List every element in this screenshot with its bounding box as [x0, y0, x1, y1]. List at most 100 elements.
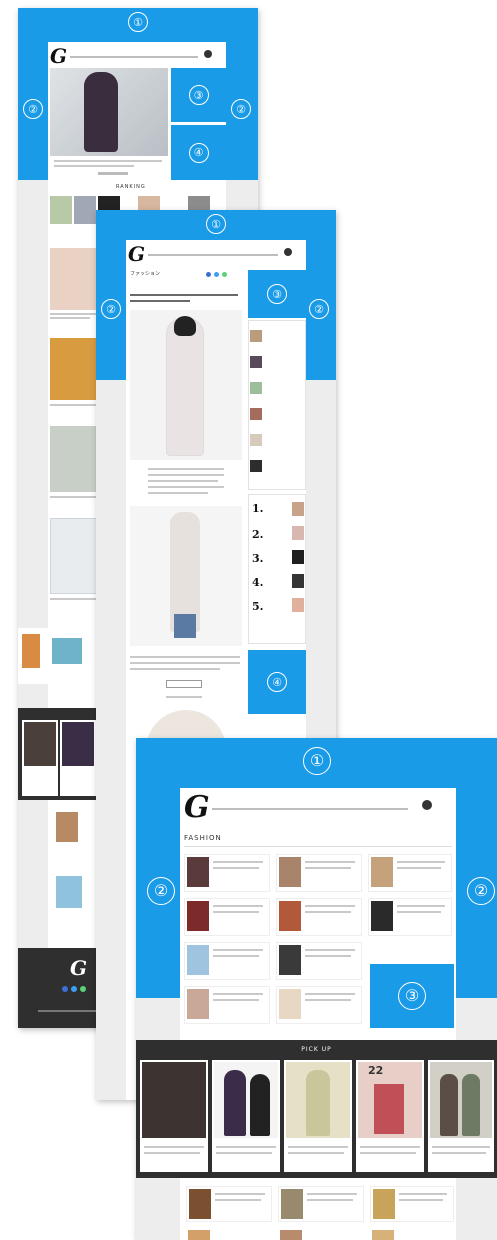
article-second-jeans: [174, 614, 196, 638]
article-card-photo: [187, 945, 209, 975]
pickup-card[interactable]: [212, 1060, 280, 1172]
article-card-text: [213, 955, 259, 957]
article-body-7: [130, 662, 240, 664]
rank-3: 3.: [252, 552, 264, 565]
article-main-hair: [174, 316, 196, 336]
article-card[interactable]: [184, 942, 270, 980]
article-card[interactable]: [184, 898, 270, 936]
article-card-photo: [280, 1230, 302, 1240]
magazine-number: 22: [368, 1064, 384, 1077]
article-card-text: [399, 1199, 443, 1201]
social-icon[interactable]: [62, 986, 68, 992]
social-icon[interactable]: [80, 986, 86, 992]
pickup-card[interactable]: [284, 1060, 352, 1172]
ad-slot-3: ③: [370, 964, 454, 1028]
article-card[interactable]: [276, 898, 362, 936]
article-card-photo: [188, 1230, 210, 1240]
bottom-card-1-photo: [56, 812, 78, 842]
pickup-card-figure: [250, 1074, 270, 1136]
label-header: ①: [206, 214, 226, 234]
thumb-2: [74, 196, 96, 224]
article-face: [50, 248, 100, 310]
article-card-text: [305, 861, 355, 863]
article-card-text: [305, 999, 351, 1001]
article-card[interactable]: [186, 1186, 272, 1222]
article-card-text: [397, 867, 441, 869]
social-icon[interactable]: [71, 986, 77, 992]
article-card-text: [213, 867, 259, 869]
pickup-card-text: [216, 1146, 276, 1148]
article-card-text: [213, 905, 263, 907]
article-card[interactable]: [370, 1186, 454, 1222]
article-illustration-caption: [50, 598, 98, 600]
rank-thumb-3: [292, 550, 304, 564]
article-illustration: [50, 518, 100, 594]
hero-figure: [84, 72, 118, 152]
share-icon[interactable]: [222, 272, 227, 277]
pickup-card-2-photo: [62, 722, 94, 766]
article-card-photo: [371, 901, 393, 931]
article-figurines: [50, 426, 100, 492]
footer-social-icons: [62, 986, 98, 992]
global-nav: [212, 808, 408, 810]
rank-thumb-1: [292, 502, 304, 516]
pickup-card-text: [432, 1146, 490, 1148]
product-socks: [52, 638, 82, 664]
sidebar-thumb-4: [250, 408, 262, 420]
pickup-card[interactable]: 22: [356, 1060, 424, 1172]
article-card-photo: [187, 989, 209, 1019]
share-icon[interactable]: [206, 272, 211, 277]
read-more-button[interactable]: [166, 680, 202, 688]
article-card-photo: [279, 989, 301, 1019]
bottom-card-2-photo: [56, 876, 82, 908]
pickup-card[interactable]: [428, 1060, 494, 1172]
rank-thumb-5: [292, 598, 304, 612]
user-menu-icon: [284, 248, 292, 256]
article-figurines-caption: [50, 496, 98, 498]
article-card[interactable]: [368, 898, 452, 936]
article-card[interactable]: [276, 854, 362, 892]
article-body-2: [148, 474, 224, 476]
article-card-text: [305, 867, 351, 869]
rank-thumb-2: [292, 526, 304, 540]
pickup-card-1-photo: [24, 722, 56, 766]
article-card-text: [213, 993, 263, 995]
pickup-card-figure: [224, 1070, 246, 1136]
article-card-photo: [279, 857, 301, 887]
article-card[interactable]: [278, 1186, 364, 1222]
article-card-text: [305, 993, 355, 995]
thumb-1: [50, 196, 72, 224]
article-card-photo: [372, 1230, 394, 1240]
share-icon[interactable]: [214, 272, 219, 277]
article-card-photo: [187, 901, 209, 931]
pickup-card-figure: [462, 1074, 480, 1136]
article-card-text: [213, 999, 259, 1001]
article-card-text: [305, 955, 351, 957]
rank-4: 4.: [252, 576, 264, 589]
ad-slot-3: ③: [170, 68, 226, 122]
global-nav: [70, 56, 198, 58]
user-menu-icon: [422, 800, 432, 810]
article-card[interactable]: [184, 986, 270, 1024]
category-heading-rule: [184, 846, 452, 847]
article-food-caption: [50, 404, 98, 406]
sidebar-thumb-6: [250, 460, 262, 472]
article-card-text: [397, 911, 441, 913]
article-card-text: [305, 911, 351, 913]
article-card[interactable]: [276, 942, 362, 980]
user-menu-icon: [204, 50, 212, 58]
footer-copyright: [38, 1010, 98, 1012]
article-card-text: [305, 905, 355, 907]
article-card[interactable]: [184, 854, 270, 892]
pickup-card-figure: [374, 1084, 404, 1134]
article-card[interactable]: [368, 854, 452, 892]
article-card-text: [213, 949, 263, 951]
sidebar-thumb-1: [250, 330, 262, 342]
sidebar-thumb-2: [250, 356, 262, 368]
label-right-margin: ②: [308, 298, 330, 320]
footer-logo: G: [70, 956, 88, 980]
article-card[interactable]: [276, 986, 362, 1024]
pickup-card[interactable]: [140, 1060, 208, 1172]
article-card-text: [307, 1199, 353, 1201]
pickup-heading: PICK UP: [301, 1046, 332, 1053]
